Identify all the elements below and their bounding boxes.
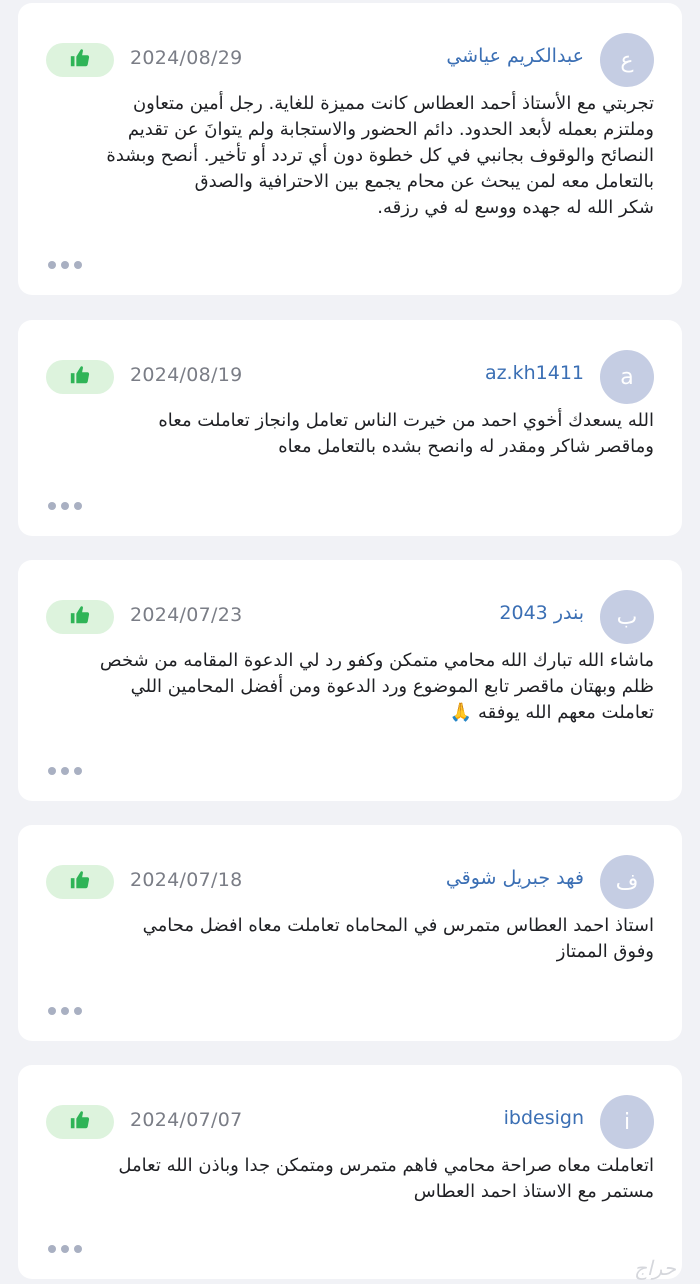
thumbs-up-icon xyxy=(69,604,91,630)
review-card: ع عبدالكريم عياشي 2024/08/29 تجربتي مع الأس… xyxy=(18,3,682,295)
avatar[interactable]: ب xyxy=(600,590,654,644)
review-date: 2024/08/29 xyxy=(130,47,243,69)
more-dots-icon[interactable] xyxy=(48,502,82,510)
avatar[interactable]: a xyxy=(600,350,654,404)
reviewer-name[interactable]: عبدالكريم عياشي xyxy=(446,45,584,67)
avatar-letter: ف xyxy=(615,869,639,895)
like-button[interactable] xyxy=(46,43,114,77)
review-date: 2024/07/23 xyxy=(130,604,243,626)
thumbs-up-icon xyxy=(69,1109,91,1135)
review-text: تجربتي مع الأستاذ أحمد العطاس كانت مميزة… xyxy=(106,93,654,218)
review-card: ب بندر 2043 2024/07/23 ماشاء الله تبارك الل… xyxy=(18,560,682,801)
avatar-letter: ع xyxy=(620,47,634,73)
avatar-letter: a xyxy=(620,364,634,390)
like-button[interactable] xyxy=(46,865,114,899)
reviewer-name[interactable]: بندر 2043 xyxy=(499,602,584,624)
avatar[interactable]: i xyxy=(600,1095,654,1149)
reviewer-name[interactable]: فهد جبريل شوقي xyxy=(446,867,584,889)
review-date: 2024/07/07 xyxy=(130,1109,243,1131)
more-dots-icon[interactable] xyxy=(48,1007,82,1015)
review-text: ماشاء الله تبارك الله محامي متمكن وكفو ر… xyxy=(99,650,654,723)
more-dots-icon[interactable] xyxy=(48,1245,82,1253)
review-card: ف فهد جبريل شوقي 2024/07/18 استاذ احمد العط… xyxy=(18,825,682,1041)
thumbs-up-icon xyxy=(69,47,91,73)
review-text: استاذ احمد العطاس متمرس في المحاماه تعام… xyxy=(142,915,654,962)
avatar-letter: i xyxy=(623,1109,631,1135)
avatar[interactable]: ع xyxy=(600,33,654,87)
reviewer-name[interactable]: ibdesign xyxy=(504,1107,584,1129)
thumbs-up-icon xyxy=(69,869,91,895)
avatar[interactable]: ف xyxy=(600,855,654,909)
review-card: i ibdesign 2024/07/07 اتعاملت معاه صراحة مح… xyxy=(18,1065,682,1279)
review-date: 2024/08/19 xyxy=(130,364,243,386)
reviewer-name[interactable]: az.kh1411 xyxy=(485,362,584,384)
avatar-letter: ب xyxy=(616,604,638,630)
review-date: 2024/07/18 xyxy=(130,869,243,891)
like-button[interactable] xyxy=(46,360,114,394)
watermark-logo: حراج xyxy=(634,1256,676,1280)
like-button[interactable] xyxy=(46,600,114,634)
thumbs-up-icon xyxy=(69,364,91,390)
review-text: الله يسعدك أخوي احمد من خيرت الناس تعامل… xyxy=(158,410,654,457)
more-dots-icon[interactable] xyxy=(48,261,82,269)
review-card: a az.kh1411 2024/08/19 الله يسعدك أخوي احمد… xyxy=(18,320,682,536)
more-dots-icon[interactable] xyxy=(48,767,82,775)
like-button[interactable] xyxy=(46,1105,114,1139)
review-text: اتعاملت معاه صراحة محامي فاهم متمرس ومتم… xyxy=(118,1155,654,1202)
